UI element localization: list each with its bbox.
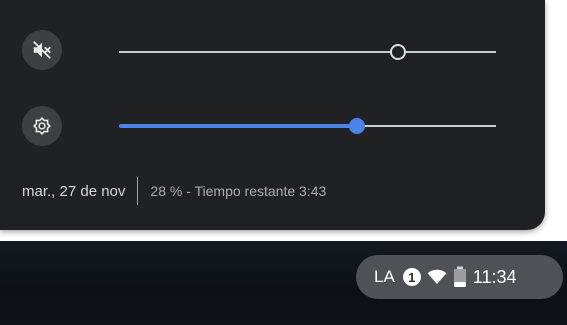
volume-slider-track [119,51,496,53]
battery-icon [453,266,466,287]
ime-indicator: LA [374,267,395,286]
brightness-slider-fill [119,124,357,128]
volume-slider[interactable] [119,44,496,60]
notification-badge: 1 [402,268,421,286]
mute-toggle-button[interactable] [22,30,62,70]
footer-divider [137,177,139,205]
brightness-slider-thumb[interactable] [348,118,365,134]
volume-muted-icon [33,41,51,59]
brightness-button [22,106,62,146]
brightness-icon [33,117,51,135]
status-area-tray[interactable]: LA 1 11:34 [356,255,563,299]
quick-settings-panel: mar., 27 de nov 28 % - Tiempo restante 3… [0,0,545,230]
volume-slider-thumb[interactable] [389,44,406,60]
date-label[interactable]: mar., 27 de nov [22,183,125,200]
shelf: LA 1 11:34 [0,241,567,325]
clock[interactable]: 11:34 [473,267,517,288]
battery-status-label: 28 % - Tiempo restante 3:43 [150,183,327,199]
status-footer: mar., 27 de nov 28 % - Tiempo restante 3… [22,177,327,205]
brightness-slider[interactable] [119,118,496,134]
wifi-icon [427,269,447,284]
